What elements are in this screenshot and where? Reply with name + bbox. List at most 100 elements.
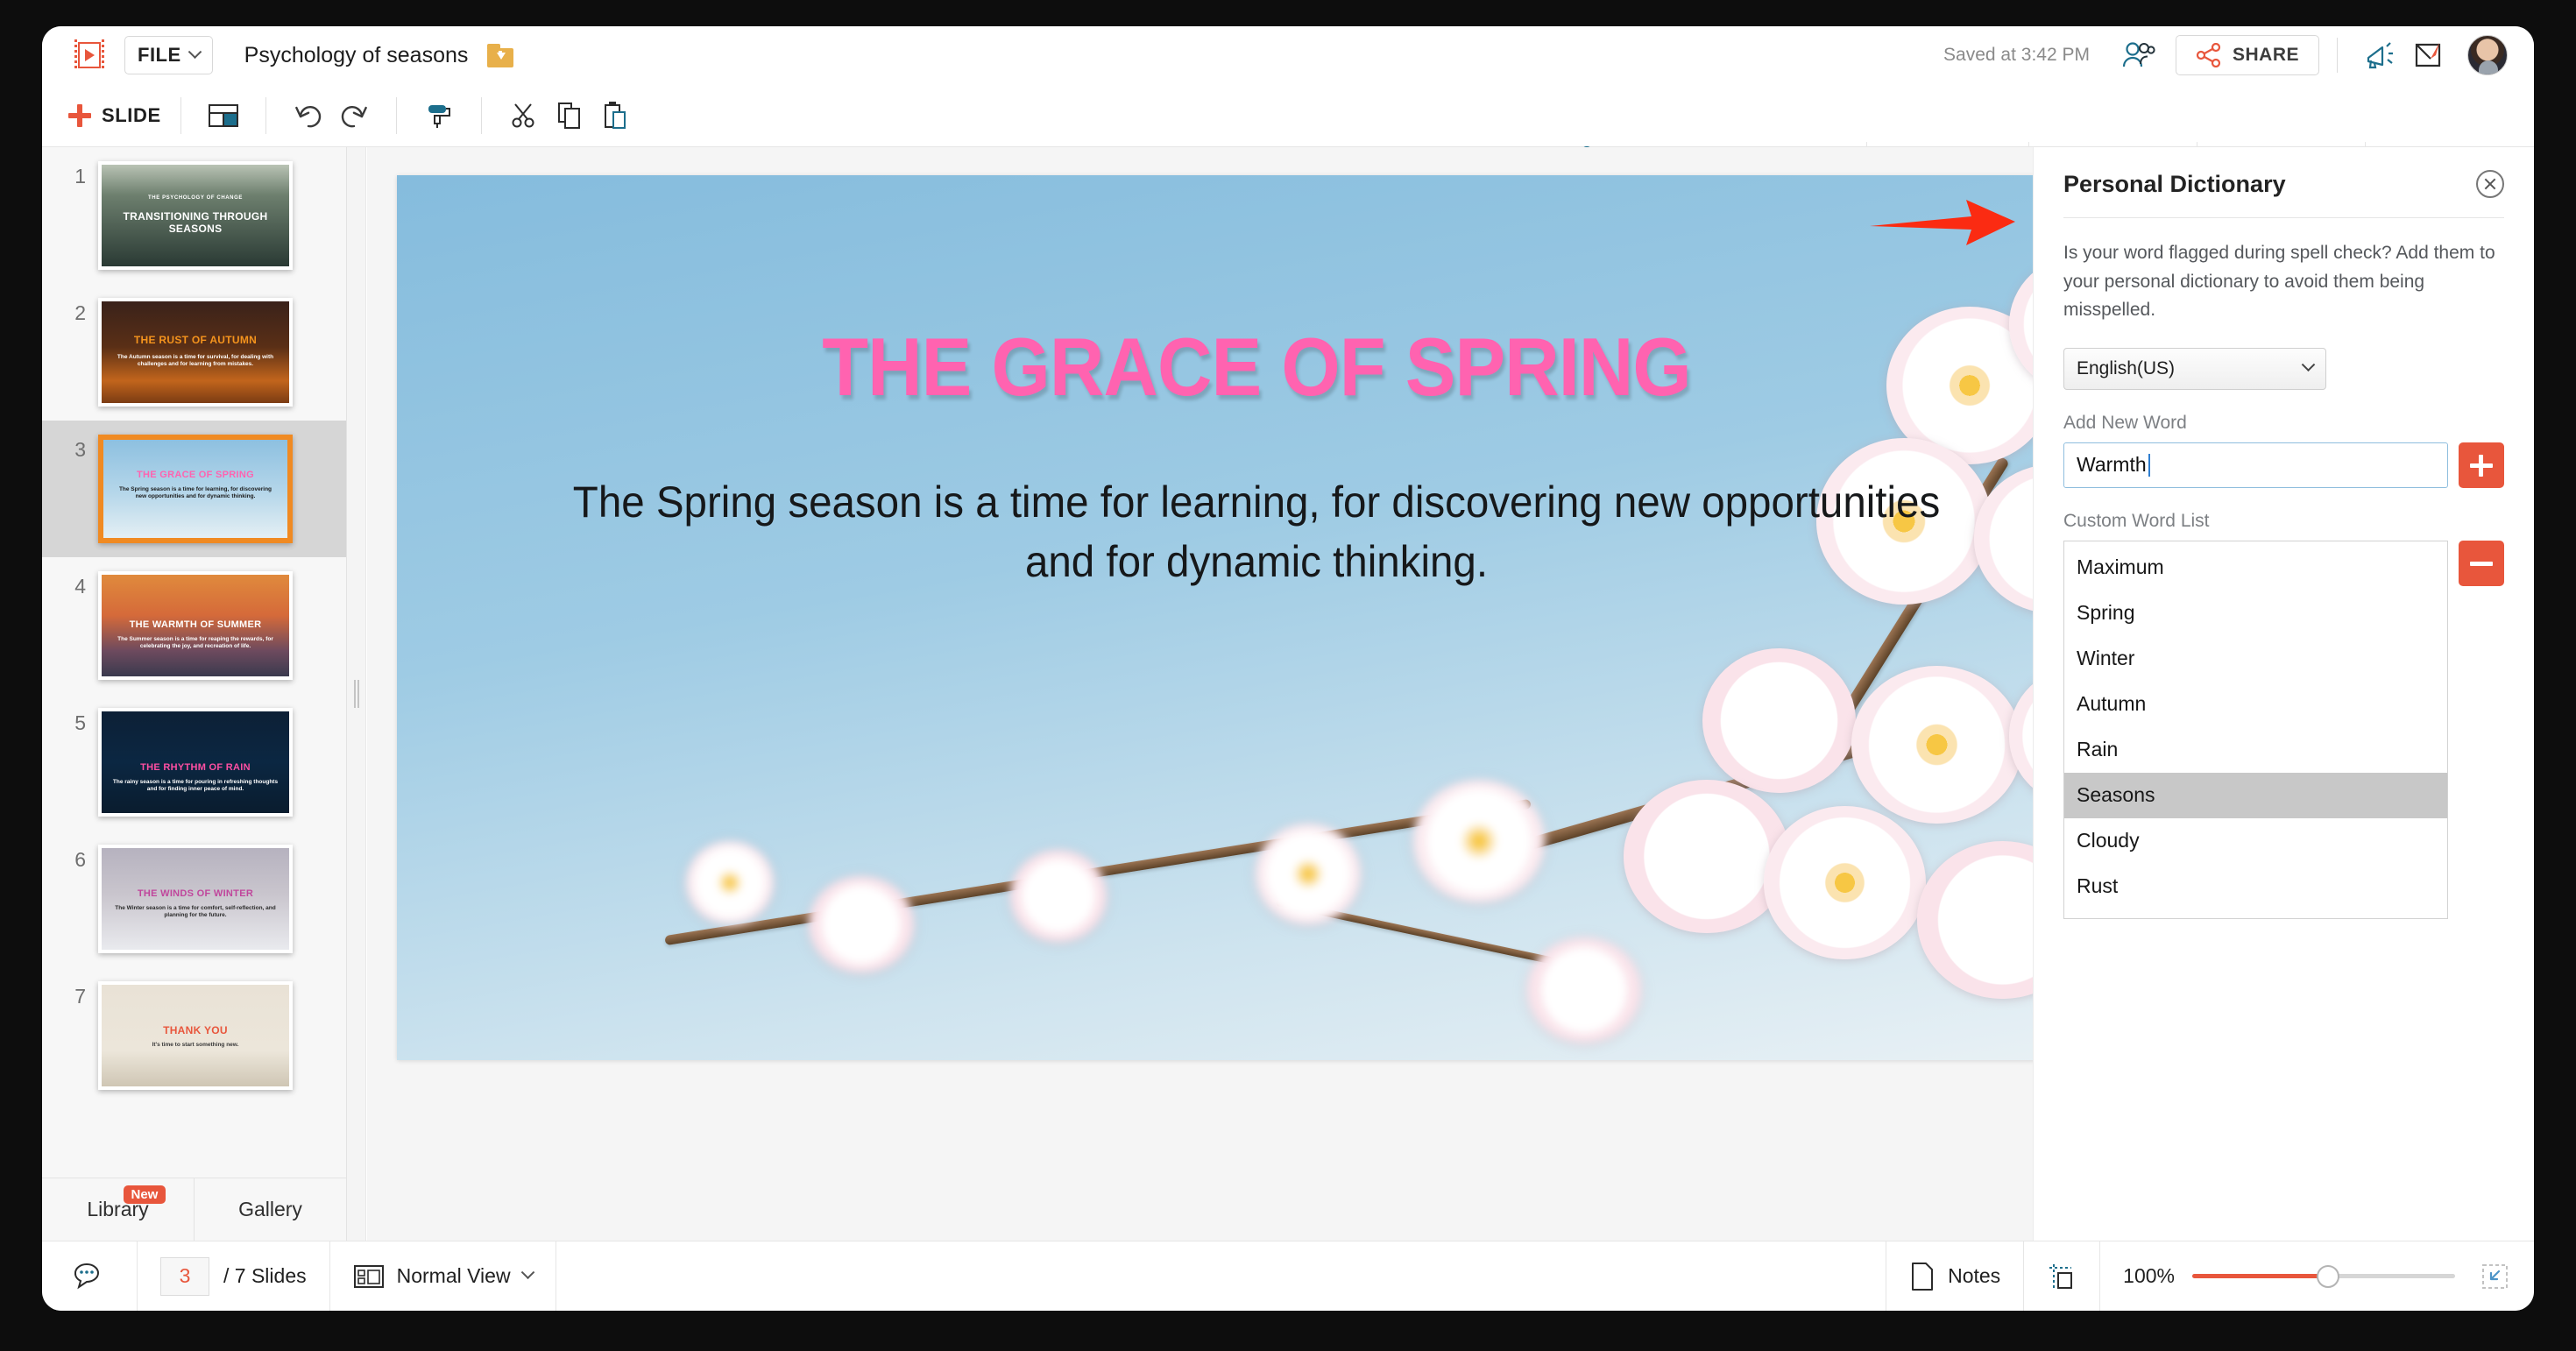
thumbnail-subtitle: The rainy season is a time for pouring i…	[113, 779, 278, 793]
slide-thumbnail-item[interactable]: 5 THE RHYTHM OF RAIN The rainy season is a…	[42, 694, 346, 831]
thumbnail-subtitle: The Summer season is a time for reaping …	[113, 636, 278, 650]
tab-gallery[interactable]: Gallery	[194, 1178, 346, 1241]
main-toolbar: SLIDE	[42, 84, 2534, 147]
thumbnail-title: THE RHYTHM OF RAIN	[102, 762, 289, 774]
comment-icon	[72, 1261, 107, 1292]
thumbnail-title: THE WINDS OF WINTER	[102, 888, 289, 900]
word-list-item[interactable]: Rain	[2064, 727, 2447, 773]
language-select-value: English(US)	[2077, 358, 2175, 379]
language-select[interactable]: English(US)	[2063, 348, 2326, 390]
folder-download-icon[interactable]	[487, 44, 513, 67]
personal-dictionary-panel: Personal Dictionary Is your word flagged…	[2033, 147, 2534, 1241]
word-list-item[interactable]: Seasons	[2064, 773, 2447, 818]
slide-thumbnail[interactable]: THE RHYTHM OF RAIN The rainy season is a …	[98, 708, 293, 817]
tab-gallery-label: Gallery	[238, 1198, 302, 1221]
share-label: SHARE	[2233, 45, 2299, 66]
title-bar: FILE Psychology of seasons Saved at 3:42…	[42, 26, 2534, 84]
cherry-blossom-image	[397, 175, 2116, 1060]
slide-stage[interactable]: THE GRACE OF SPRING The Spring season is…	[397, 175, 2116, 1060]
divider	[481, 97, 482, 134]
slide-number: 1	[42, 161, 86, 188]
current-slide-input[interactable]: 3	[160, 1257, 209, 1296]
scissors-icon[interactable]	[501, 93, 547, 138]
panel-title: Personal Dictionary	[2063, 171, 2286, 198]
word-list-item[interactable]: Spring	[2064, 591, 2447, 636]
remove-word-button[interactable]	[2459, 541, 2504, 586]
add-word-button[interactable]	[2459, 442, 2504, 488]
guides-button[interactable]	[2024, 1241, 2099, 1312]
avatar[interactable]	[2467, 35, 2508, 75]
megaphone-icon[interactable]	[2355, 33, 2404, 77]
word-list-item[interactable]: Cloudy	[2064, 818, 2447, 864]
slide-title-text[interactable]: THE GRACE OF SPRING	[465, 320, 2047, 414]
slide-thumbnail[interactable]: THE WARMTH OF SUMMER The Summer season is…	[98, 571, 293, 680]
copy-icon[interactable]	[547, 93, 592, 138]
film-play-icon[interactable]	[70, 36, 109, 74]
share-button[interactable]: SHARE	[2176, 35, 2319, 75]
people-icon[interactable]	[2114, 33, 2163, 77]
add-slide-button[interactable]: SLIDE	[68, 104, 161, 127]
library-gallery-tabs: Library New Gallery	[42, 1178, 346, 1241]
slide-number: 5	[42, 708, 86, 735]
thumbnail-title: THANK YOU	[102, 1025, 289, 1037]
slide-thumbnail[interactable]: THE GRACE OF SPRINGThe Spring season is …	[98, 435, 293, 543]
file-menu-button[interactable]: FILE	[124, 36, 213, 74]
undo-icon[interactable]	[286, 93, 331, 138]
slide-layout-icon[interactable]	[201, 93, 246, 138]
slide-canvas-area[interactable]: THE GRACE OF SPRING The Spring season is…	[367, 147, 2033, 1241]
notes-page-icon	[1909, 1262, 1936, 1291]
zoom-slider[interactable]	[2192, 1274, 2455, 1278]
slide-thumbnail-item[interactable]: 4THE WARMTH OF SUMMERThe Summer season i…	[42, 557, 346, 694]
slide-thumbnail[interactable]: THE PSYCHOLOGY OF CHANGETRANSITIONING TH…	[98, 161, 293, 270]
slide-thumbnail[interactable]: THANK YOUIt's time to start something ne…	[98, 981, 293, 1090]
file-menu-label: FILE	[138, 44, 181, 67]
comments-button[interactable]	[42, 1241, 137, 1312]
divider	[2337, 38, 2338, 73]
chevron-down-icon	[188, 45, 202, 59]
thumbnail-title: THE RUST OF AUTUMN	[102, 335, 289, 347]
thumbnail-title: THE WARMTH OF SUMMER	[102, 619, 289, 631]
notes-button[interactable]: Notes	[1886, 1241, 2023, 1312]
slide-thumbnail-list[interactable]: 1 THE PSYCHOLOGY OF CHANGETRANSITIONING T…	[42, 147, 346, 1178]
custom-word-list[interactable]: MaximumSpringWinterAutumnRainSeasonsClou…	[2063, 541, 2448, 919]
fit-to-screen-icon	[2480, 1262, 2511, 1291]
panel-splitter[interactable]	[347, 147, 366, 1241]
view-mode-selector[interactable]: Normal View	[330, 1241, 556, 1312]
paint-roller-icon[interactable]	[416, 93, 462, 138]
divider	[396, 97, 397, 134]
close-icon[interactable]	[2476, 170, 2504, 198]
slide-thumbnail-item[interactable]: 2THE RUST OF AUTUMNThe Autumn season is …	[42, 284, 346, 421]
word-list-item[interactable]: Winter	[2064, 636, 2447, 682]
guides-icon	[2047, 1262, 2077, 1291]
slide-thumbnail-item[interactable]: 7 THANK YOUIt's time to start something n…	[42, 967, 346, 1104]
edit-square-icon[interactable]	[2404, 33, 2453, 77]
divider	[265, 97, 266, 134]
word-list-item[interactable]: Autumn	[2064, 682, 2447, 727]
redo-icon[interactable]	[331, 93, 377, 138]
app-window: FILE Psychology of seasons Saved at 3:42…	[42, 26, 2534, 1311]
slide-thumbnail[interactable]: THE WINDS OF WINTERThe Winter season is …	[98, 845, 293, 953]
slide-thumbnail-item[interactable]: 6THE WINDS OF WINTERThe Winter season is…	[42, 831, 346, 967]
view-mode-label: Normal View	[397, 1264, 511, 1288]
slide-thumbnail-item[interactable]: 3 THE GRACE OF SPRINGThe Spring season is…	[42, 421, 346, 557]
slide-thumbnail[interactable]: THE RUST OF AUTUMN The Autumn season is a…	[98, 298, 293, 407]
slide-number: 7	[42, 981, 86, 1008]
notes-label: Notes	[1948, 1264, 2000, 1288]
divider	[180, 97, 181, 134]
slide-panel: 1 THE PSYCHOLOGY OF CHANGETRANSITIONING T…	[42, 147, 347, 1241]
word-list-item[interactable]: Rust	[2064, 864, 2447, 909]
panel-description: Is your word flagged during spell check?…	[2063, 239, 2504, 325]
slide-subtitle-text[interactable]: The Spring season is a time for learning…	[565, 473, 1949, 591]
add-word-input[interactable]: Warmth	[2063, 442, 2448, 488]
thumbnail-subtitle: The Autumn season is a time for survival…	[113, 354, 278, 368]
status-bar: 3 / 7 Slides Normal View Notes	[42, 1241, 2534, 1311]
paste-icon[interactable]	[592, 93, 638, 138]
tab-library[interactable]: Library New	[42, 1178, 194, 1241]
add-word-row: Warmth	[2063, 442, 2504, 488]
word-list-item[interactable]: Maximum	[2064, 545, 2447, 591]
document-title[interactable]: Psychology of seasons	[244, 43, 469, 68]
slide-thumbnail-item[interactable]: 1 THE PSYCHOLOGY OF CHANGETRANSITIONING T…	[42, 147, 346, 284]
slide-number: 3	[42, 435, 86, 462]
zoom-slider-handle[interactable]	[2317, 1265, 2339, 1288]
plus-icon	[68, 104, 91, 127]
